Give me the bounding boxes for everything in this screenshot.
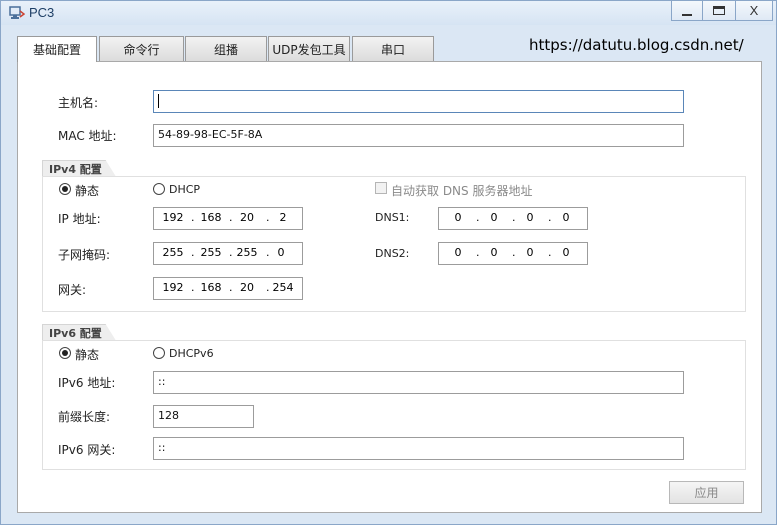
ipv6-address-label: IPv6 地址: — [58, 376, 116, 390]
ip-octet: 20 — [240, 211, 254, 224]
hostname-label: 主机名: — [58, 96, 99, 110]
gateway-octet: 168 — [200, 281, 222, 294]
dns1-octet: 0 — [526, 211, 534, 224]
subnet-mask-input[interactable]: 255 . 255 . 255 . 0 — [153, 242, 303, 265]
ip-octet: 192 — [162, 211, 184, 224]
ip-octet: 2 — [279, 211, 287, 224]
dns1-octet: 0 — [490, 211, 498, 224]
subnet-mask-label: 子网掩码: — [58, 248, 111, 262]
tab-udp-tool[interactable]: UDP发包工具 — [268, 36, 350, 61]
dns1-label: DNS1: — [375, 211, 410, 224]
mask-octet: 255 — [200, 246, 222, 259]
ip-dot: . — [548, 211, 552, 224]
maximize-icon — [713, 6, 725, 15]
dns2-octet: 0 — [454, 246, 462, 259]
ipv6-dhcp-label: DHCPv6 — [169, 347, 214, 360]
title-bar[interactable]: PC3 X — [1, 1, 776, 25]
mask-octet: 0 — [277, 246, 285, 259]
minimize-icon — [682, 13, 692, 16]
ipv6-gateway-input[interactable]: :: — [153, 437, 684, 460]
dns1-octet: 0 — [562, 211, 570, 224]
prefix-length-input[interactable]: 128 — [153, 405, 254, 428]
dns2-octet: 0 — [562, 246, 570, 259]
ip-dot: . — [548, 246, 552, 259]
ip-dot: . — [266, 281, 270, 294]
tab-serial[interactable]: 串口 — [352, 36, 434, 61]
ip-address-label: IP 地址: — [58, 212, 101, 226]
dns2-label: DNS2: — [375, 247, 410, 260]
maximize-button[interactable] — [702, 1, 735, 21]
ip-dot: . — [266, 211, 270, 224]
ipv6-static-radio[interactable] — [59, 347, 71, 359]
ip-dot: . — [476, 246, 480, 259]
mac-address-field[interactable]: 54-89-98-EC-5F-8A — [153, 124, 684, 147]
tab-basic-config[interactable]: 基础配置 — [17, 36, 97, 62]
gateway-octet: 192 — [162, 281, 184, 294]
dns1-input[interactable]: 0 . 0 . 0 . 0 — [438, 207, 588, 230]
watermark-url: https://datutu.blog.csdn.net/ — [529, 36, 744, 54]
ipv4-static-radio[interactable] — [59, 183, 71, 195]
ip-dot: . — [229, 281, 233, 294]
ip-octet: 168 — [200, 211, 222, 224]
apply-button[interactable]: 应用 — [669, 481, 744, 504]
dns1-octet: 0 — [454, 211, 462, 224]
ipv6-gateway-label: IPv6 网关: — [58, 443, 116, 457]
ipv4-static-label: 静态 — [75, 184, 100, 198]
mac-label: MAC 地址: — [58, 129, 117, 143]
minimize-button[interactable] — [671, 1, 702, 21]
text-caret — [158, 94, 159, 108]
prefix-length-label: 前缀长度: — [58, 410, 111, 424]
dns2-octet: 0 — [490, 246, 498, 259]
gateway-octet: 254 — [272, 281, 294, 294]
ipv4-dhcp-label: DHCP — [169, 183, 201, 196]
pc-app-icon — [9, 6, 25, 19]
ip-dot: . — [512, 246, 516, 259]
hostname-input[interactable] — [153, 90, 684, 113]
window-title: PC3 — [29, 5, 55, 20]
gateway-octet: 20 — [240, 281, 254, 294]
auto-dns-checkbox[interactable] — [375, 182, 387, 194]
ip-address-input[interactable]: 192 . 168 . 20 . 2 — [153, 207, 303, 230]
mask-octet: 255 — [162, 246, 184, 259]
ipv4-dhcp-radio[interactable] — [153, 183, 165, 195]
auto-dns-label: 自动获取 DNS 服务器地址 — [391, 184, 533, 198]
ip-dot: . — [512, 211, 516, 224]
tab-multicast[interactable]: 组播 — [185, 36, 267, 61]
dns2-octet: 0 — [526, 246, 534, 259]
ip-dot: . — [229, 246, 233, 259]
ip-dot: . — [476, 211, 480, 224]
mask-octet: 255 — [236, 246, 258, 259]
ip-dot: . — [229, 211, 233, 224]
close-icon: X — [749, 3, 759, 18]
ipv6-address-input[interactable]: :: — [153, 371, 684, 394]
ip-dot: . — [191, 246, 195, 259]
tab-command-line[interactable]: 命令行 — [99, 36, 184, 61]
ipv6-dhcp-radio[interactable] — [153, 347, 165, 359]
gateway-label: 网关: — [58, 283, 87, 297]
dns2-input[interactable]: 0 . 0 . 0 . 0 — [438, 242, 588, 265]
ip-dot: . — [191, 281, 195, 294]
pc3-config-window: PC3 X 基础配置 命令行 组播 UDP发包工具 串口 https://dat… — [0, 0, 777, 525]
ip-dot: . — [191, 211, 195, 224]
gateway-input[interactable]: 192 . 168 . 20 . 254 — [153, 277, 303, 300]
close-button[interactable]: X — [735, 1, 773, 21]
ipv6-static-label: 静态 — [75, 348, 100, 362]
basic-config-panel: 主机名: MAC 地址: 54-89-98-EC-5F-8A IPv4 配置 静… — [17, 61, 762, 513]
